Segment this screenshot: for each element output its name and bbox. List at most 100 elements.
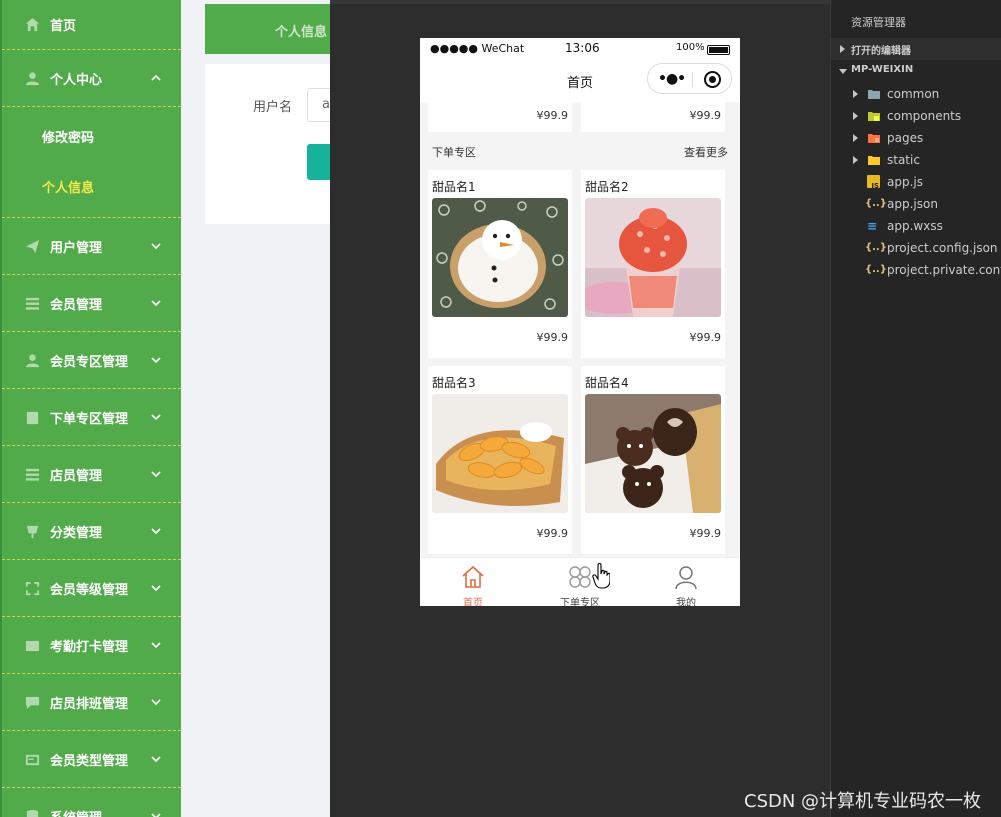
product-card[interactable]: 甜品名4 ¥99.9 [581,366,725,554]
user-icon [24,70,40,86]
folder-common[interactable]: common [831,83,1001,105]
capsule-divider [692,72,693,87]
sidebar-item-system-management[interactable]: 系统管理 [2,788,181,817]
signal-text: ●●●●● WeChat [430,42,525,55]
file-app-wxss[interactable]: ≡ app.wxss [831,215,1001,237]
product-price: ¥99.9 [536,109,569,122]
chevron-down-icon [151,468,161,478]
sidebar-subitem-personal-info[interactable]: 个人信息 [2,161,181,211]
folder-components[interactable]: components [831,105,1001,127]
clipboard-icon [24,409,40,425]
tab-label: 下单专区 [560,598,600,606]
pages-folder-icon [868,134,880,143]
chevron-up-icon [151,72,161,82]
sidebar-item-label: 用户管理 [50,240,103,256]
sidebar-item-member-level-management[interactable]: 会员等级管理 [2,560,181,617]
chevron-down-icon [151,753,161,763]
sidebar-item-member-zone-management[interactable]: 会员专区管理 [2,332,181,389]
phone-screen: ●●●●● WeChat 13:06 100% 首页 •●• ¥99.9 ¥99… [420,38,740,606]
clock: 13:06 [565,41,600,55]
person-icon [673,564,699,590]
tab-order-zone[interactable]: 下单专区 [527,558,633,606]
file-explorer: 资源管理器 打开的编辑器 MP-WEIXIN common components… [830,0,1001,817]
product-card-partial[interactable]: ¥99.9 [581,102,725,132]
chevron-down-icon [839,69,847,74]
json-file-icon: {..} [865,242,887,253]
username-input[interactable]: a [307,88,330,122]
sidebar-item-member-management[interactable]: 会员管理 [2,275,181,332]
chevron-down-icon [151,240,161,250]
sidebar-item-label: 店员管理 [50,468,103,484]
form-card: 用户名 a [205,64,330,224]
chevron-right-icon [853,90,858,98]
chevron-right-icon [853,156,858,164]
sidebar-item-attendance-management[interactable]: 考勤打卡管理 [2,617,181,674]
tab-label: 我的 [676,598,696,606]
file-project-private-config-json[interactable]: {..} project.private.config.json [831,259,1001,281]
more-icon[interactable]: •●• [658,72,686,86]
chevron-right-icon [853,112,858,120]
product-price: ¥99.9 [689,331,722,344]
tab-personal-info[interactable]: 个人信息 [205,4,330,54]
section-label: MP-WEIXIN [851,64,914,75]
folder-static[interactable]: static [831,149,1001,171]
admin-content: 个人信息 用户名 a [181,0,330,817]
chevron-down-icon [151,810,161,817]
submit-button[interactable] [307,144,330,180]
sidebar-item-label: 考勤打卡管理 [50,639,129,655]
sidebar-item-order-zone-management[interactable]: 下单专区管理 [2,389,181,446]
components-folder-icon [868,112,880,121]
home-scroll[interactable]: ¥99.9 ¥99.9 下单专区 查看更多 甜品名1 ¥99.9 甜品名2 ¥9… [420,102,740,557]
static-folder-icon [868,156,880,165]
file-project-config-json[interactable]: {..} project.config.json [831,237,1001,259]
database-icon [24,808,40,817]
open-editors-section[interactable]: 打开的编辑器 [831,38,1001,60]
sidebar-item-label: 个人中心 [50,72,103,88]
product-name: 甜品名3 [432,376,476,390]
hand-cursor-icon [592,563,610,589]
product-price: ¥99.9 [689,109,722,122]
sidebar-item-personal-center[interactable]: 个人中心 [2,50,181,107]
close-miniprogram-icon[interactable] [704,71,721,88]
tab-home[interactable]: 首页 [420,558,526,606]
product-name: 甜品名2 [585,180,629,194]
battery-icon [707,45,730,55]
see-more-link[interactable]: 查看更多 [684,144,728,160]
sidebar-item-staff-management[interactable]: 店员管理 [2,446,181,503]
sidebar-item-label: 会员专区管理 [50,354,129,370]
mini-program-navbar: 首页 •●• [420,60,740,102]
product-card[interactable]: 甜品名1 ¥99.9 [428,170,572,358]
sidebar-item-label: 会员管理 [50,297,103,313]
file-app-js[interactable]: JS app.js [831,171,1001,193]
product-card[interactable]: 甜品名3 ¥99.9 [428,366,572,554]
file-label: app.js [887,175,923,189]
expand-icon [24,580,40,596]
file-app-json[interactable]: {..} app.json [831,193,1001,215]
sidebar-subitem-change-password[interactable]: 修改密码 [2,111,181,161]
sidebar-item-home[interactable]: 首页 [2,0,181,50]
admin-sidebar: 首页 个人中心 修改密码 个人信息 用户管理 会员管理 会员专区管理 下单专区管… [0,0,181,817]
sidebar-item-member-type-management[interactable]: 会员类型管理 [2,731,181,788]
battery-text: 100% [676,42,705,53]
tab-mine[interactable]: 我的 [633,558,739,606]
sidebar-item-staff-schedule-management[interactable]: 店员排班管理 [2,674,181,731]
grid-icon [567,564,593,590]
folder-label: pages [887,131,924,145]
folder-pages[interactable]: pages [831,127,1001,149]
user-icon [24,352,40,368]
sidebar-item-category-management[interactable]: 分类管理 [2,503,181,560]
chevron-right-icon [840,45,845,53]
file-label: project.private.config.json [887,263,1001,277]
chevron-down-icon [151,639,161,649]
project-section[interactable]: MP-WEIXIN [831,60,1001,82]
product-card-partial[interactable]: ¥99.9 [428,102,572,132]
product-name: 甜品名1 [432,180,476,194]
product-price: ¥99.9 [689,527,722,540]
section-title: 下单专区 [432,146,476,159]
product-card[interactable]: 甜品名2 ¥99.9 [581,170,725,358]
product-name: 甜品名4 [585,376,629,390]
folder-icon [868,90,880,99]
list-icon [24,466,40,482]
chevron-down-icon [151,525,161,535]
sidebar-item-user-management[interactable]: 用户管理 [2,218,181,275]
